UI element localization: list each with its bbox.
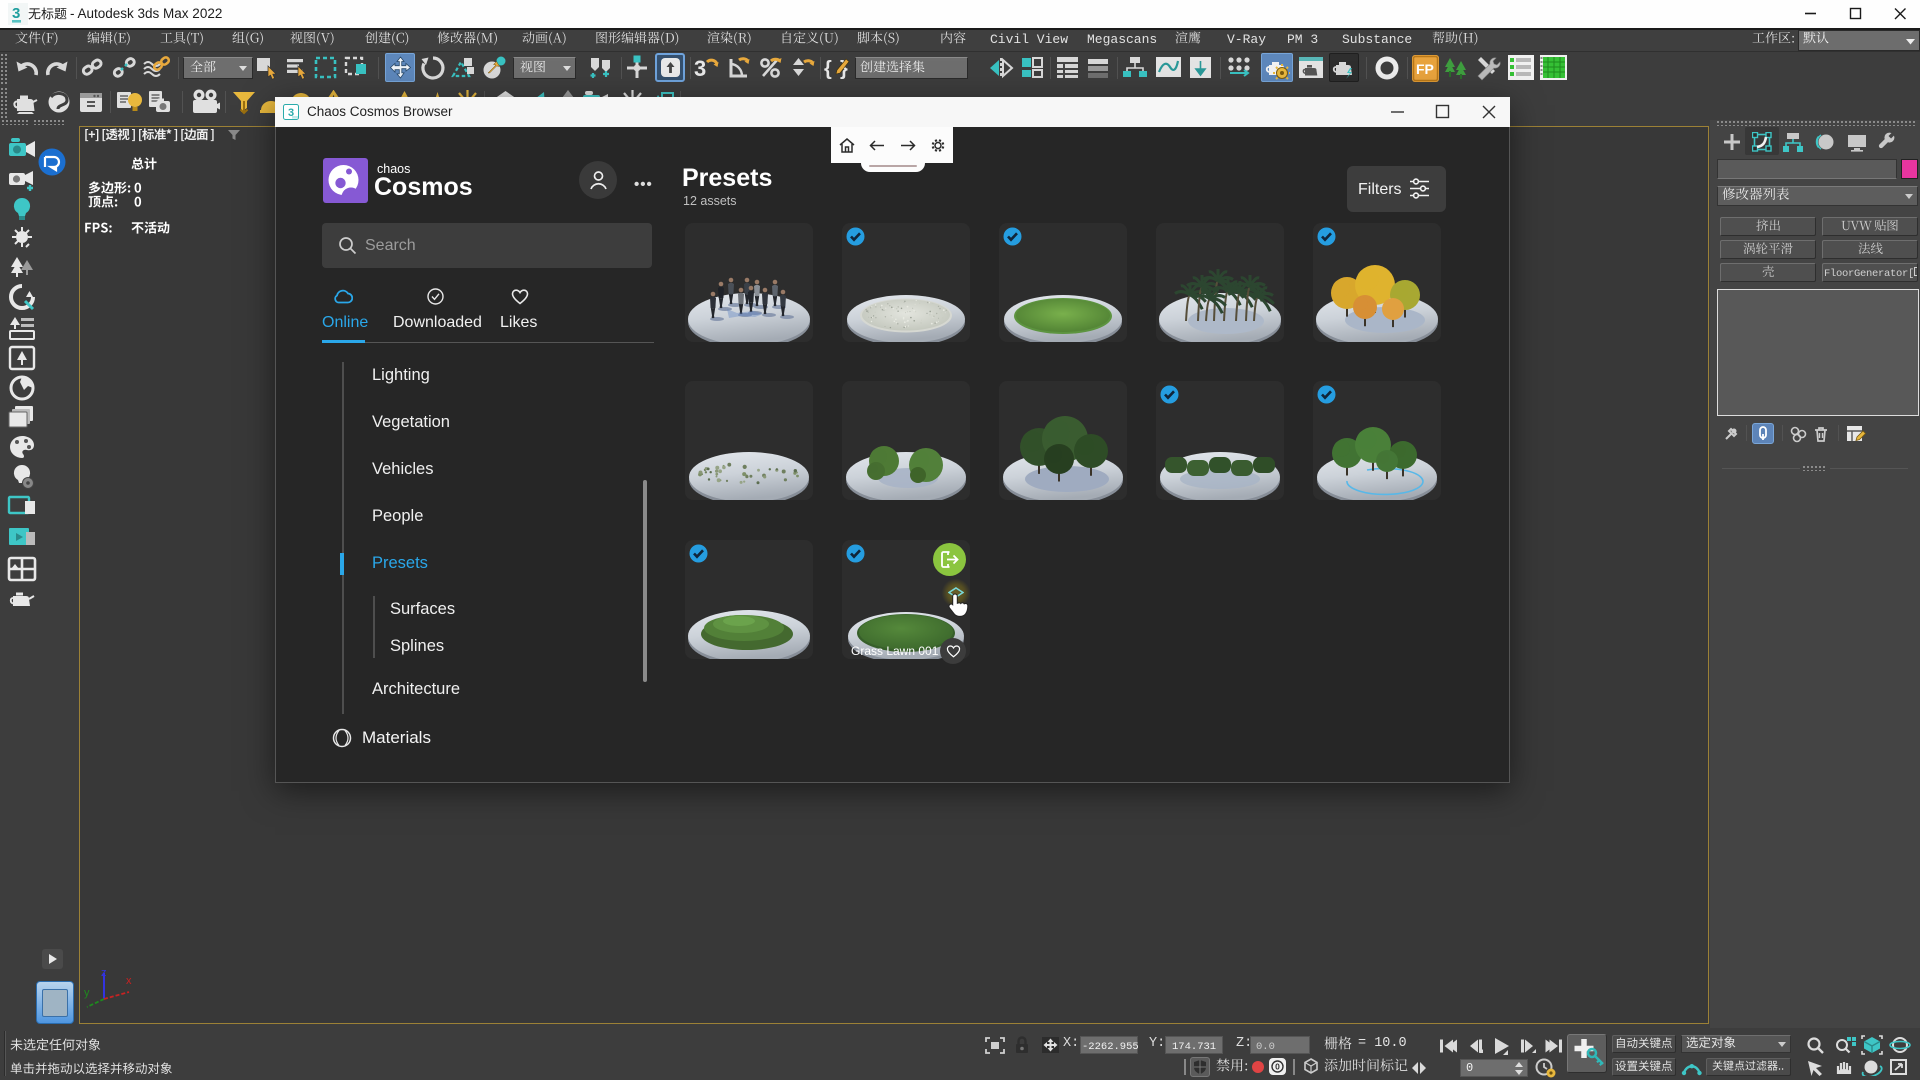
svg-text:3: 3 [694,56,706,81]
svg-text:3: 3 [12,5,20,22]
svg-text:z: z [101,967,107,979]
svg-text:{: { [824,58,832,80]
svg-text:x: x [126,975,132,987]
svg-text:0: 0 [1275,1062,1280,1072]
svg-text:FP: FP [1416,61,1434,77]
svg-text:y: y [84,987,90,999]
